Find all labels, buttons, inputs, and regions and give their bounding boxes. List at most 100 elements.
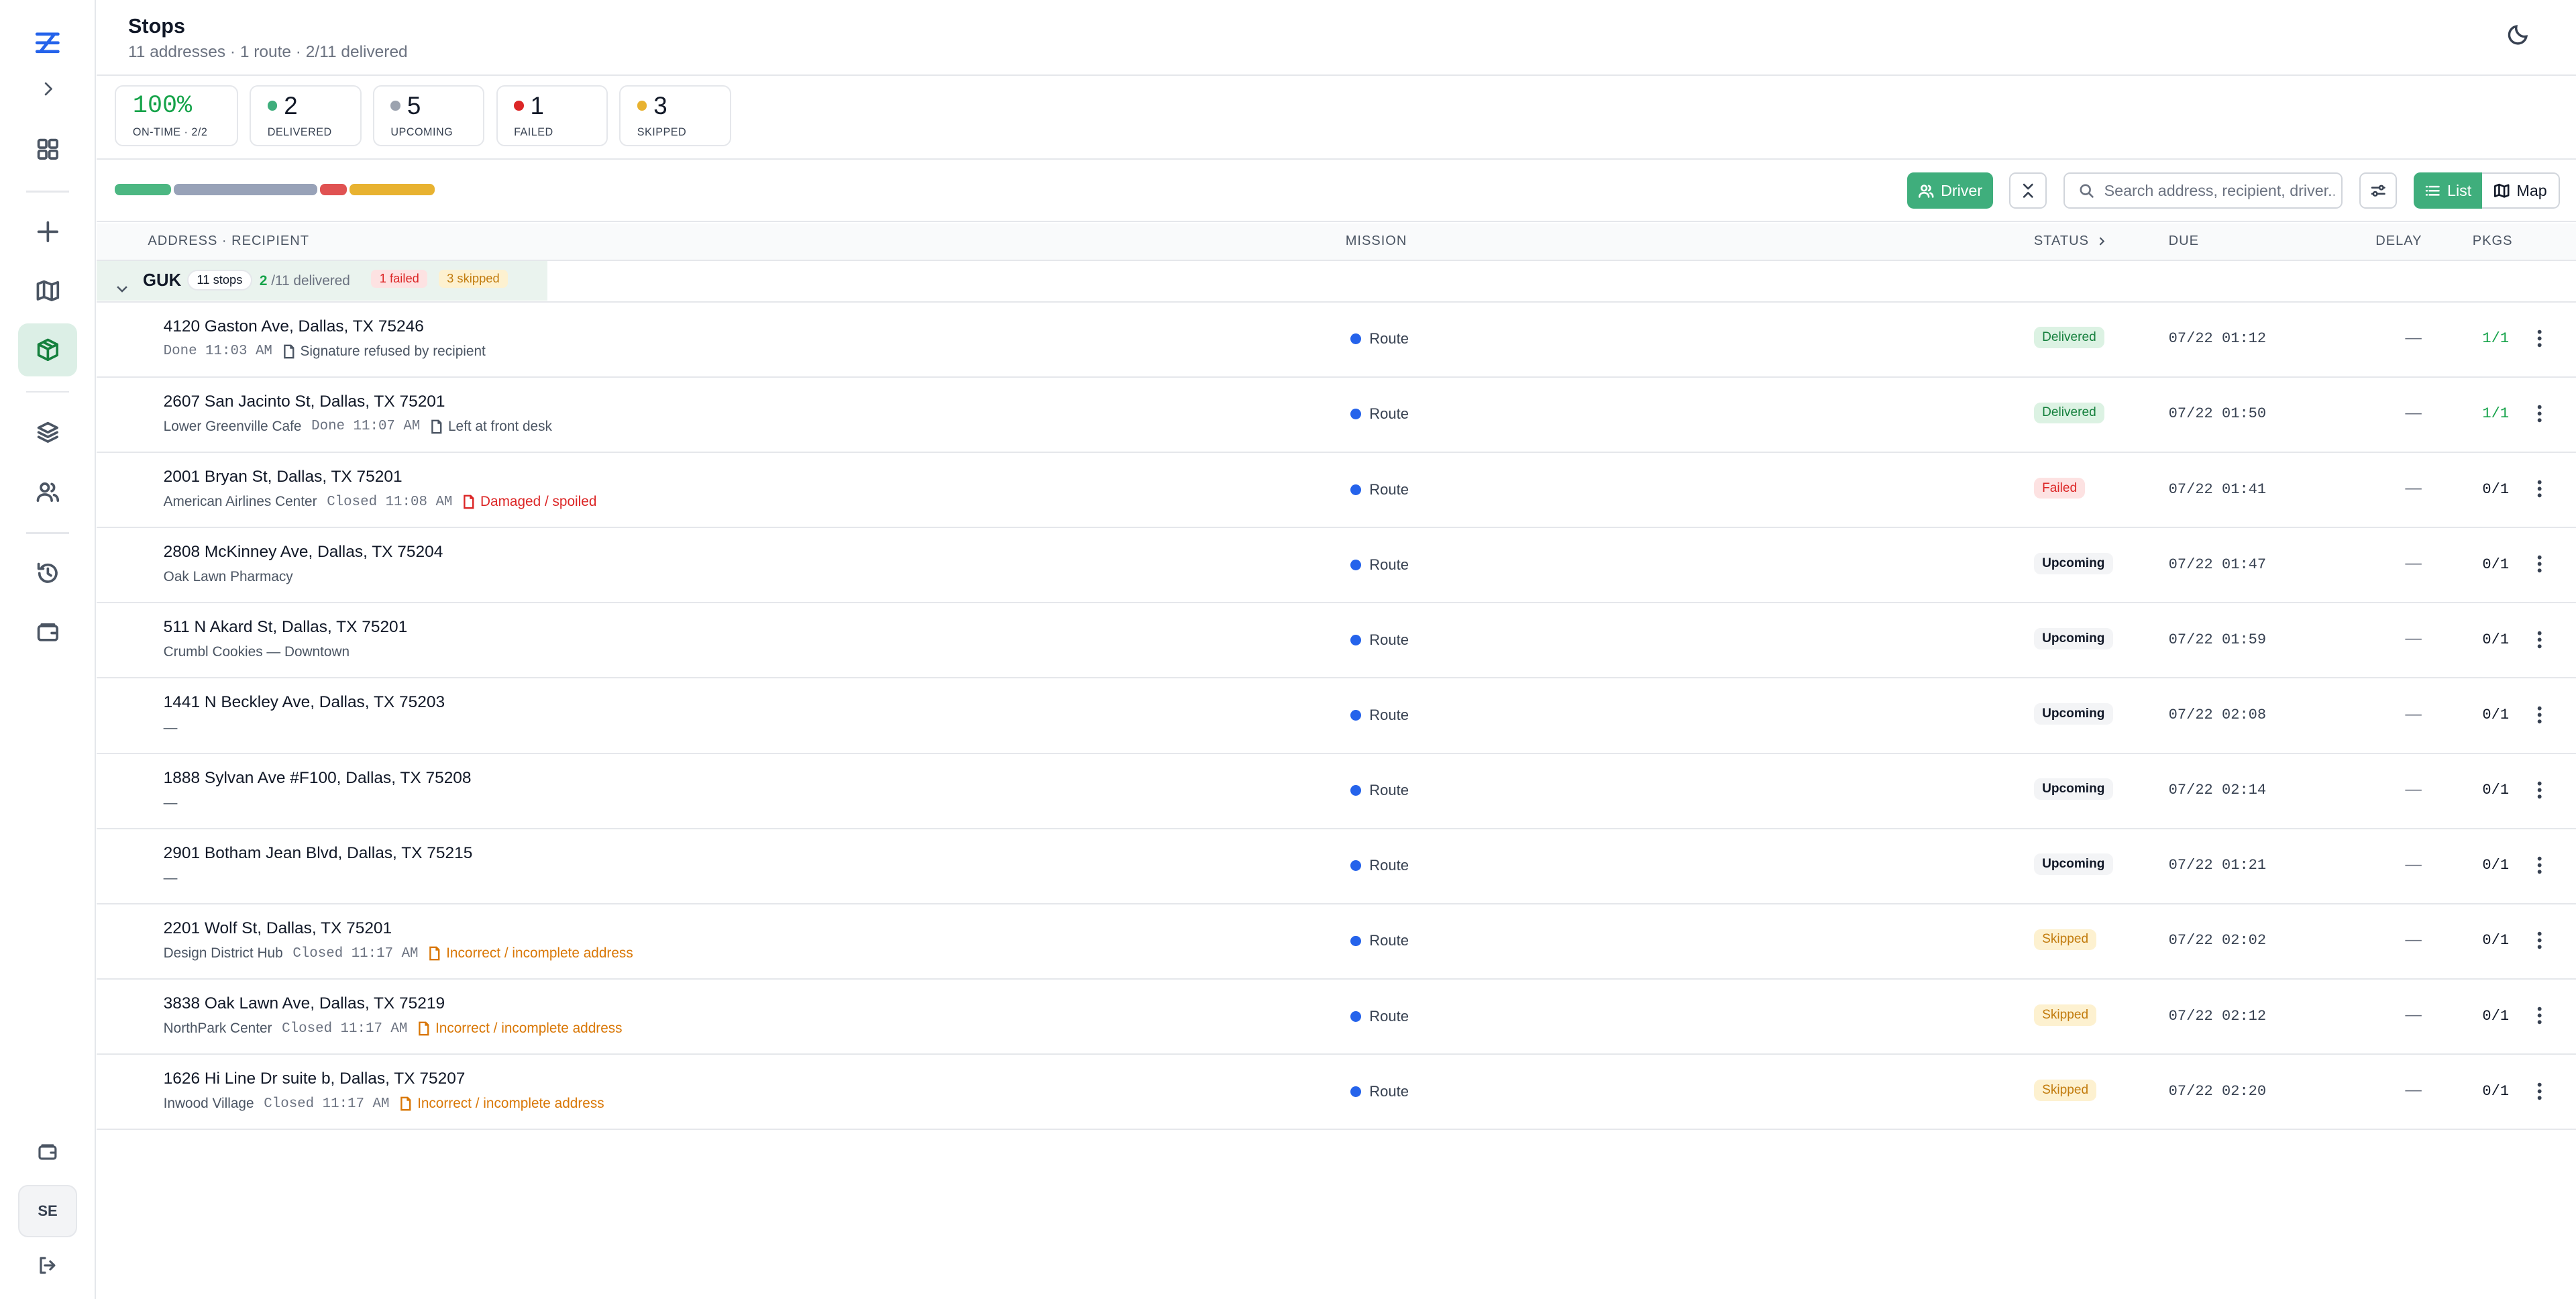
stop-address[interactable]: 2201 Wolf St, Dallas, TX 75201 xyxy=(164,919,392,938)
more-actions-icon[interactable] xyxy=(2533,553,2546,576)
pkgs-count: 0/1 xyxy=(2482,782,2510,799)
stats-bar: 100% ON-TIME · 2/2 2 DELIVERED 5 UPCOMIN… xyxy=(97,76,2576,160)
stop-address[interactable]: 2607 San Jacinto St, Dallas, TX 75201 xyxy=(164,393,445,411)
users-icon[interactable] xyxy=(18,465,77,517)
plus-icon[interactable] xyxy=(18,205,77,258)
stat-failed: 1 FAILED xyxy=(496,85,608,146)
dashboard-icon[interactable] xyxy=(18,123,77,176)
moon-icon[interactable] xyxy=(2507,23,2533,49)
search-field[interactable] xyxy=(2063,172,2343,209)
mission-cell: Route xyxy=(1350,330,1409,348)
wallet-icon[interactable] xyxy=(18,607,77,659)
table-row[interactable]: 1441 N Beckley Ave, Dallas, TX 75203 — R… xyxy=(97,678,2576,754)
stop-address[interactable]: 511 N Akard St, Dallas, TX 75201 xyxy=(164,618,408,637)
more-actions-icon[interactable] xyxy=(2533,628,2546,651)
table-row[interactable]: 2808 McKinney Ave, Dallas, TX 75204 Oak … xyxy=(97,528,2576,604)
stop-address[interactable]: 1441 N Beckley Ave, Dallas, TX 75203 xyxy=(164,693,445,712)
column-header-status-label: STATUS xyxy=(2033,233,2089,248)
stat-delivered: 2 DELIVERED xyxy=(250,85,362,146)
table-row[interactable]: 2901 Botham Jean Blvd, Dallas, TX 75215 … xyxy=(97,829,2576,904)
more-actions-icon[interactable] xyxy=(2533,478,2546,501)
recipient-name: Lower Greenville Cafe xyxy=(163,418,302,434)
column-header-pkgs[interactable]: PKGS xyxy=(2473,233,2513,249)
stop-address[interactable]: 2901 Botham Jean Blvd, Dallas, TX 75215 xyxy=(164,844,473,863)
avatar[interactable]: SE xyxy=(17,1184,78,1238)
more-actions-icon[interactable] xyxy=(2533,1004,2546,1027)
table-row[interactable]: 1626 Hi Line Dr suite b, Dallas, TX 7520… xyxy=(97,1055,2576,1131)
mission-label: Route xyxy=(1369,480,1409,498)
table-row[interactable]: 4120 Gaston Ave, Dallas, TX 75246 Done 1… xyxy=(97,302,2576,378)
status-badge: Skipped xyxy=(2033,1004,2097,1026)
table-row[interactable]: 2001 Bryan St, Dallas, TX 75201 American… xyxy=(97,452,2576,529)
table-row[interactable]: 2201 Wolf St, Dallas, TX 75201 Design Di… xyxy=(97,904,2576,980)
stat-label: FAILED xyxy=(514,126,553,139)
recipient-name: — xyxy=(163,794,178,811)
chevron-down-icon[interactable] xyxy=(115,273,129,293)
more-actions-icon[interactable] xyxy=(2533,1080,2546,1102)
stop-address[interactable]: 3838 Oak Lawn Ave, Dallas, TX 75219 xyxy=(164,994,445,1013)
delay-value: — xyxy=(2405,1081,2422,1100)
stat-value-wrap: 3 xyxy=(637,92,667,120)
filters-button[interactable] xyxy=(2359,172,2398,209)
stop-note: Incorrect / incomplete address xyxy=(417,1021,623,1037)
more-actions-icon[interactable] xyxy=(2533,327,2546,350)
logout-icon[interactable] xyxy=(18,1239,77,1292)
table-row[interactable]: 3838 Oak Lawn Ave, Dallas, TX 75219 Nort… xyxy=(97,980,2576,1055)
note-icon xyxy=(462,495,476,509)
column-header-status[interactable]: STATUS xyxy=(2034,233,2107,249)
collapse-all-button[interactable] xyxy=(2009,172,2047,209)
history-icon[interactable] xyxy=(18,548,77,600)
stop-address[interactable]: 4120 Gaston Ave, Dallas, TX 75246 xyxy=(164,317,424,336)
due-time: 07/22 01:59 xyxy=(2168,631,2267,648)
due-time: 07/22 02:20 xyxy=(2168,1082,2267,1100)
sidebar-divider xyxy=(26,191,69,193)
more-actions-icon[interactable] xyxy=(2533,703,2546,726)
table-row[interactable]: 511 N Akard St, Dallas, TX 75201 Crumbl … xyxy=(97,603,2576,679)
upcoming-dot-icon xyxy=(390,101,401,111)
stop-address[interactable]: 2001 Bryan St, Dallas, TX 75201 xyxy=(164,468,402,486)
table-row[interactable]: 2607 San Jacinto St, Dallas, TX 75201 Lo… xyxy=(97,377,2576,453)
mission-cell: Route xyxy=(1350,556,1409,574)
stop-note: Left at front desk xyxy=(430,419,552,435)
delay-value: — xyxy=(2405,705,2422,723)
stop-address[interactable]: 1888 Sylvan Ave #F100, Dallas, TX 75208 xyxy=(164,769,472,788)
wallet-icon[interactable] xyxy=(18,1126,77,1178)
pkgs-count: 0/1 xyxy=(2482,631,2510,648)
list-icon xyxy=(2425,185,2440,196)
expand-sidebar-icon[interactable] xyxy=(18,62,77,115)
column-header-address[interactable]: ADDRESS · RECIPIENT xyxy=(148,233,309,249)
mission-cell: Route xyxy=(1350,857,1409,874)
logo-icon[interactable] xyxy=(18,16,77,68)
column-header-mission[interactable]: MISSION xyxy=(1346,233,1407,249)
due-time: 07/22 01:41 xyxy=(2168,480,2267,498)
stop-details: Lower Greenville Cafe Done 11:07 AM Left a… xyxy=(164,419,552,435)
more-actions-icon[interactable] xyxy=(2533,853,2546,876)
stop-address[interactable]: 2808 McKinney Ave, Dallas, TX 75204 xyxy=(164,543,443,562)
page-header: Stops 11 addresses · 1 route · 2/11 deli… xyxy=(97,0,2576,76)
list-view-button[interactable]: List xyxy=(2413,172,2483,209)
search-input[interactable] xyxy=(2104,181,2334,200)
map-icon[interactable] xyxy=(18,264,77,317)
table-row[interactable]: 1888 Sylvan Ave #F100, Dallas, TX 75208 … xyxy=(97,754,2576,829)
page-title: Stops xyxy=(128,15,186,38)
more-actions-icon[interactable] xyxy=(2533,403,2546,425)
route-dot-icon xyxy=(1350,484,1361,495)
group-skipped-badge: 3 skipped xyxy=(438,269,508,288)
delay-value: — xyxy=(2405,328,2422,347)
stop-details: Inwood Village Closed 11:17 AM Incorrect /… xyxy=(164,1096,604,1112)
layers-icon[interactable] xyxy=(18,406,77,458)
stop-time: Closed 11:17 AM xyxy=(264,1096,390,1112)
more-actions-icon[interactable] xyxy=(2533,778,2546,801)
note-icon xyxy=(430,419,443,434)
list-view-label: List xyxy=(2447,181,2472,199)
column-header-due[interactable]: DUE xyxy=(2169,233,2199,249)
due-time: 07/22 02:02 xyxy=(2168,932,2267,949)
stat-label: DELIVERED xyxy=(267,126,332,139)
column-header-delay[interactable]: DELAY xyxy=(2375,233,2422,249)
map-view-button[interactable]: Map xyxy=(2482,172,2560,209)
stop-address[interactable]: 1626 Hi Line Dr suite b, Dallas, TX 7520… xyxy=(164,1070,466,1088)
driver-button[interactable]: Driver xyxy=(1907,172,1993,209)
more-actions-icon[interactable] xyxy=(2533,929,2546,952)
group-row[interactable]: GUK 11 stops 2 /11 delivered 1 failed 3 … xyxy=(97,261,2576,303)
package-icon[interactable] xyxy=(17,323,78,376)
